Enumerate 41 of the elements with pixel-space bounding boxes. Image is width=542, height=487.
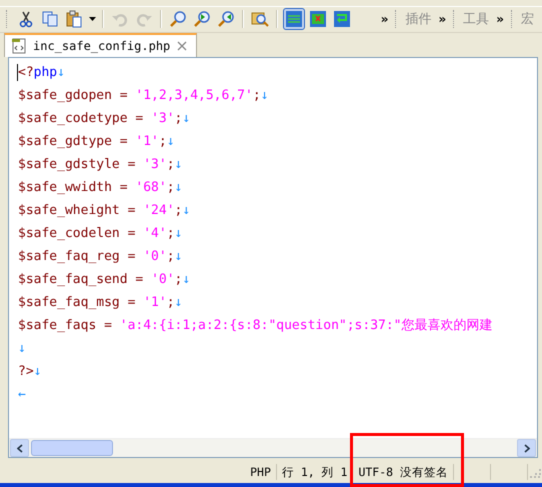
find-prev-icon xyxy=(193,10,211,28)
code-line: $safe_gdstyle = '3';↓ xyxy=(18,156,182,174)
code-line: $safe_gdtype = '1';↓ xyxy=(18,132,175,151)
find-icon xyxy=(169,10,187,28)
horizontal-scrollbar[interactable] xyxy=(9,438,537,458)
code-line: $safe_wwidth = '68';↓ xyxy=(18,178,182,197)
chevron-left-icon xyxy=(16,444,22,453)
code-line: ← xyxy=(18,386,26,404)
status-field: PHP xyxy=(245,464,277,480)
close-icon[interactable] xyxy=(176,40,188,52)
copy-icon xyxy=(41,10,59,28)
code-line: $safe_faq_msg = '1';↓ xyxy=(18,294,182,312)
caret-icon xyxy=(88,17,96,22)
find-next-icon xyxy=(217,10,235,28)
chevron-right-icon xyxy=(524,444,530,453)
status-field: UTF-8 没有签名 xyxy=(353,464,454,480)
list-icon xyxy=(285,10,303,28)
chevron-button[interactable]: » xyxy=(493,12,507,26)
scroll-thumb[interactable] xyxy=(31,440,113,456)
wrap-icon xyxy=(333,10,351,28)
code-line: $safe_codetype = '3';↓ xyxy=(18,110,190,128)
code-line: ?>↓ xyxy=(18,362,42,381)
code-line: $safe_faqs = 'a:4:{i:1;a:2:{s:8:"question";s:37:"您最喜欢的网建 xyxy=(18,316,493,335)
code-line: $safe_wheight = '24';↓ xyxy=(18,202,190,220)
file-tab[interactable]: inc_safe_config.php xyxy=(4,32,198,57)
status-field: 行 1, 列 1 xyxy=(276,464,354,480)
cut-icon xyxy=(17,10,35,28)
find-files-icon xyxy=(251,10,269,28)
code-line: $safe_faq_send = '0';↓ xyxy=(18,270,190,289)
chevron-button[interactable]: » xyxy=(378,12,392,26)
code-line: ↓ xyxy=(18,340,26,358)
code-line: $safe_faq_reg = '0';↓ xyxy=(18,248,182,266)
code-line: <?php↓ xyxy=(18,62,65,83)
code-line: $safe_codelen = '4';↓ xyxy=(18,224,182,243)
panel-icon xyxy=(309,10,327,28)
chevron-button[interactable]: » xyxy=(435,12,450,26)
scroll-right-button[interactable] xyxy=(517,439,536,458)
code-line: $safe_gdopen = '1,2,3,4,5,6,7';↓ xyxy=(18,86,268,105)
file-icon xyxy=(11,38,27,54)
scroll-left-button[interactable] xyxy=(10,439,29,458)
paste-icon xyxy=(65,10,83,28)
